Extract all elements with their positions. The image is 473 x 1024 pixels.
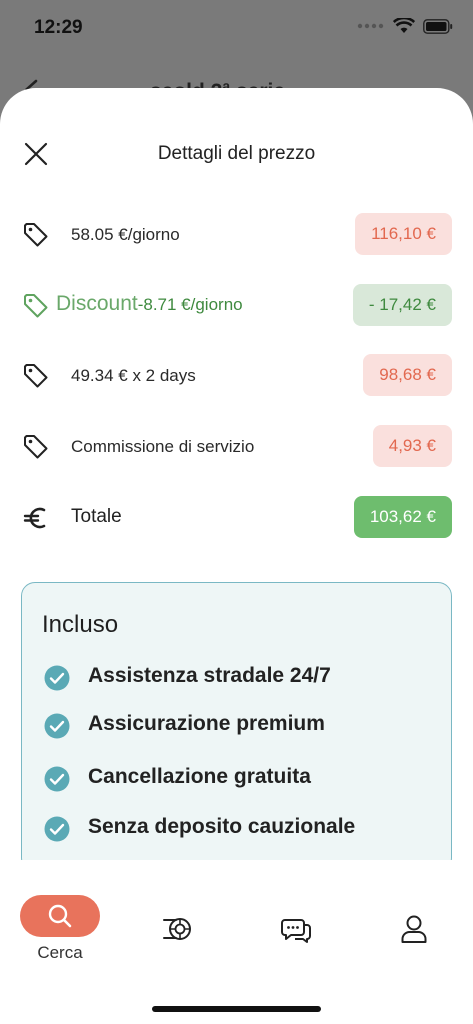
nav-search-button[interactable] — [20, 895, 100, 937]
profile-icon[interactable] — [400, 914, 428, 944]
price-tag-icon — [24, 364, 48, 388]
check-circle-icon — [44, 766, 70, 792]
price-row-discount: Discount-8.71 €/giorno - 17,42 € — [0, 284, 473, 328]
sheet-header: Dettagli del prezzo — [0, 88, 473, 218]
discount-per-day: -8.71 €/giorno — [137, 295, 243, 314]
nav-search-label[interactable]: Cerca — [20, 943, 100, 963]
signal-icon — [357, 23, 384, 29]
check-circle-icon — [44, 816, 70, 842]
total-label: Totale — [71, 506, 122, 527]
included-item-text: Cancellazione gratuita — [88, 765, 311, 788]
included-item-text: Senza deposito cauzionale — [88, 815, 356, 838]
tire-icon[interactable] — [162, 914, 192, 944]
home-indicator — [152, 1006, 321, 1012]
price-row-total: Totale 103,62 € — [0, 496, 473, 540]
price-row-days: 49.34 € x 2 days 98,68 € — [0, 354, 473, 398]
battery-icon — [423, 18, 453, 34]
price-row-label: 49.34 € x 2 days — [71, 366, 196, 385]
status-time: 12:29 — [34, 17, 83, 38]
discount-word: Discount — [56, 292, 138, 315]
chat-icon[interactable] — [280, 914, 312, 944]
included-item-text: Assicurazione premium — [88, 712, 325, 735]
discount-tag-icon — [24, 294, 48, 318]
status-bar: 12:29 — [0, 0, 473, 60]
price-tag-icon — [24, 223, 48, 247]
check-circle-icon — [44, 713, 70, 739]
euro-icon — [23, 507, 46, 529]
price-row-amount: 4,93 € — [372, 425, 452, 467]
total-amount: 103,62 € — [353, 496, 452, 538]
status-icons — [357, 18, 453, 34]
sheet-title: Dettagli del prezzo — [157, 143, 316, 164]
price-row-amount: 98,68 € — [363, 354, 452, 396]
search-icon — [48, 904, 72, 928]
discount-amount: - 17,42 € — [352, 284, 452, 326]
price-row-label: Commissione di servizio — [71, 437, 255, 456]
discount-label: Discount-8.71 €/giorno — [56, 292, 243, 316]
check-circle-icon — [44, 665, 70, 691]
included-box: Incluso Assistenza stradale 24/7 Assicur… — [21, 582, 452, 872]
wifi-icon — [393, 18, 415, 33]
price-row-amount: 116,10 € — [355, 213, 452, 255]
included-title: Incluso — [42, 611, 119, 638]
price-tag-icon — [24, 435, 48, 459]
price-row-label: 58.05 €/giorno — [71, 225, 180, 244]
included-item-text: Assistenza stradale 24/7 — [88, 664, 331, 687]
bottom-navigation: Cerca — [0, 860, 473, 1024]
price-row-daily: 58.05 €/giorno 116,10 € — [0, 213, 473, 257]
price-row-service-fee: Commissione di servizio 4,93 € — [0, 425, 473, 469]
